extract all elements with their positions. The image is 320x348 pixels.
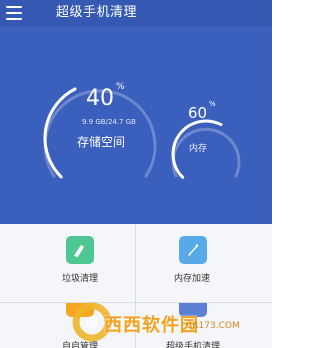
top-bar: 超级手机清理 xyxy=(0,0,272,26)
tile-junk-clean[interactable]: 垃圾清理 xyxy=(0,224,135,302)
storage-label: 存储空间 xyxy=(77,135,126,149)
storage-percent-unit: % xyxy=(116,82,125,92)
memory-label: 内存 xyxy=(189,144,208,154)
rocket-icon xyxy=(179,236,207,264)
memory-percent-unit: % xyxy=(209,100,216,108)
watermark-brand: 西西软件园 xyxy=(104,315,199,336)
storage-gauge-progress xyxy=(43,87,77,179)
broom-icon xyxy=(66,236,94,264)
tile-memory-boost[interactable]: 内存加速 xyxy=(136,224,272,302)
storage-percent: 40 xyxy=(86,86,114,111)
menu-icon[interactable] xyxy=(6,6,22,20)
app-screen: 超级手机清理 40 % 9.9 GB/24.7 GB 存储空间 60 % 内存 … xyxy=(0,0,272,348)
tile-memory-boost-label: 内存加速 xyxy=(174,274,211,284)
storage-detail: 9.9 GB/24.7 GB xyxy=(82,118,136,126)
tile-junk-clean-label: 垃圾清理 xyxy=(62,274,99,284)
memory-percent: 60 xyxy=(188,104,208,122)
watermark-site: CR173.COM xyxy=(186,321,240,331)
app-title: 超级手机清理 xyxy=(56,5,138,20)
